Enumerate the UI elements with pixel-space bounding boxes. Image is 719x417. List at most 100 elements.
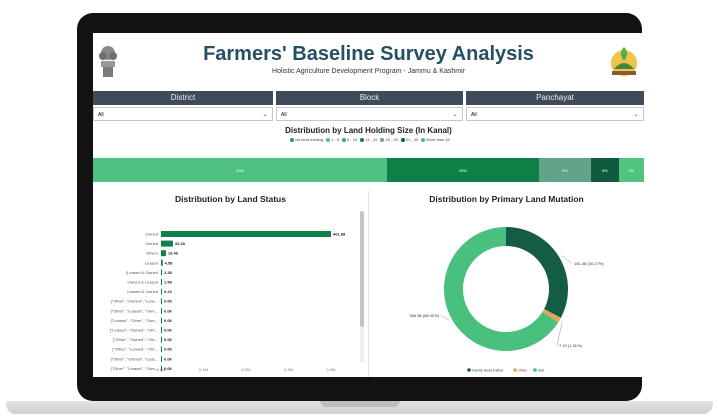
land-status-bar: [161, 336, 162, 343]
land-status-bar: [161, 231, 331, 237]
land-status-category-label: Leased: [145, 260, 158, 265]
land-status-value-label: 0.06: [164, 356, 173, 361]
legend-label: 11 - 15: [365, 137, 378, 142]
land-status-scrollbar[interactable]: [360, 211, 364, 363]
land-holding-title: Distribution by Land Holding Size (In Ka…: [285, 126, 452, 135]
district-select-value: All: [98, 112, 104, 118]
land-status-bar: [161, 317, 162, 324]
legend-label: No land holding: [295, 137, 323, 142]
dashboard-screen: Farmers' Baseline Survey Analysis Holist…: [93, 33, 644, 377]
land-status-bar: [161, 327, 162, 333]
legend-dot: [341, 137, 346, 142]
land-status-category-label: ["Other", "Owned", "Oth...: [113, 337, 158, 342]
block-select[interactable]: All ⌄: [276, 107, 463, 121]
land-status-bar: [161, 346, 162, 353]
donut-leader-line: [440, 315, 450, 321]
district-filter: District All ⌄: [93, 91, 273, 123]
filter-bar: District All ⌄ Block All ⌄ Panchayat All…: [93, 91, 644, 125]
land-status-value-label: 13.46: [168, 251, 179, 256]
panchayat-select[interactable]: All ⌄: [466, 107, 644, 121]
land-status-bar: [161, 307, 162, 314]
primary-mutation-donut: 181.48 (30.27%) 7.19 (1.31%) 366.38 (68.42…: [409, 227, 604, 373]
land-status-value-label: 1.58: [164, 280, 173, 285]
donut-legend-label: Self: [538, 369, 544, 373]
land-status-category-label: ["Leased", "Owned", "Oth...: [110, 328, 158, 333]
land-status-bar: [161, 355, 162, 362]
legend-dot: [325, 137, 330, 142]
donut-leader-line: [561, 255, 573, 264]
donut-legend-dot: [467, 368, 471, 372]
land-status-value-label: 0.06: [164, 328, 173, 333]
page-subtitle: Holistic Agriculture Development Program…: [272, 68, 465, 75]
land-status-category-label: ["Other", "Leased", "Oth...: [112, 347, 158, 352]
legend-label: 1 - 5: [330, 137, 339, 142]
land-status-x-tick: 0.4M: [327, 367, 336, 372]
chevron-down-icon: ⌄: [452, 111, 458, 118]
land-status-value-label: 32.28: [175, 241, 186, 246]
donut-legend-dot: [533, 368, 537, 372]
land-status-category-label: Owned: [145, 232, 158, 237]
land-status-value-label: 0.06: [164, 318, 173, 323]
district-filter-label: District: [93, 91, 273, 105]
legend-label: More than 40: [426, 137, 450, 142]
land-status-scroll-thumb[interactable]: [360, 211, 364, 327]
legend-dot: [380, 137, 385, 142]
legend-dot: [400, 137, 405, 142]
land-status-category-label: Owned: [145, 241, 158, 246]
panchayat-filter-label: Panchayat: [466, 91, 644, 105]
laptop-notch: [320, 401, 400, 407]
land-status-value-label: 0.24: [164, 289, 173, 294]
land-status-x-tick: 0.1M: [199, 367, 208, 372]
page-title: Farmers' Baseline Survey Analysis: [203, 43, 534, 65]
donut-leader-line: [556, 321, 563, 346]
land-status-title: Distribution by Land Status: [175, 194, 286, 204]
land-status-category-label: [Leased & Owned: [126, 270, 158, 275]
land-status-bar: [161, 240, 173, 247]
land-holding-segment[interactable]: 9%: [538, 158, 592, 182]
land-status-chart: Owned 461.88 Owned 32.28 Others 13.46 Leased 4.…: [110, 231, 346, 372]
legend-dot: [290, 137, 295, 142]
land-status-bar: [161, 288, 162, 295]
land-status-category-label: Others: [146, 251, 158, 256]
land-status-value-label: 0.06: [164, 308, 173, 313]
donut-legend-label: Other: [518, 369, 528, 373]
land-status-category-label: ["Other", "Leased", "Own...: [111, 366, 158, 371]
district-select[interactable]: All ⌄: [93, 107, 273, 121]
legend-dot: [421, 137, 426, 142]
land-status-bar: [161, 269, 162, 276]
land-holding-legend: No land holding 1 - 5 6 - 10 11 - 15 16 - 20…: [93, 137, 644, 142]
donut-data-label: 7.19 (1.31%): [559, 343, 583, 348]
panchayat-select-value: All: [471, 112, 477, 118]
land-status-category-label: Leased & Owned: [127, 289, 158, 294]
land-status-bar: [161, 298, 162, 305]
land-status-x-tick: 0.2M: [242, 367, 251, 372]
land-status-value-label: 0.06: [164, 337, 173, 342]
legend-label: 6 - 10: [346, 137, 358, 142]
legend-label: 16 - 20: [385, 137, 398, 142]
land-status-value-label: 461.88: [333, 232, 346, 237]
land-holding-segment[interactable]: 28%: [387, 158, 539, 182]
land-holding-section: Distribution by Land Holding Size (In Ka…: [93, 126, 644, 188]
block-select-value: All: [281, 112, 287, 118]
land-holding-segment[interactable]: 53%: [93, 158, 388, 182]
land-holding-segment[interactable]: 3%: [618, 158, 644, 182]
land-holding-segment[interactable]: 5%: [591, 158, 619, 182]
primary-mutation-title: Distribution by Primary Land Mutation: [429, 194, 584, 204]
legend-label: 21 - 40: [405, 137, 419, 142]
land-status-value-label: 0.06: [164, 347, 173, 352]
land-status-category-label: ["Other", "Leased", "Own...: [111, 308, 158, 313]
donut-legend-label: Family Head Father: [472, 369, 504, 373]
dashboard-header: Farmers' Baseline Survey Analysis Holist…: [93, 33, 644, 90]
land-status-category-label: ["Other", "Owned", "Leas...: [111, 299, 158, 304]
land-holding-stacked-bar: 53% 28% 9% 5% 3%: [93, 158, 644, 182]
donut-data-label: 181.48 (30.27%): [574, 261, 604, 266]
donut-slice: [506, 227, 568, 318]
land-status-category-label: ["Leased", "Other", "Own...: [111, 318, 158, 323]
land-status-category-label: Owned & Leased: [127, 280, 158, 285]
land-status-value-label: 0.06: [164, 299, 173, 304]
land-status-panel: Distribution by Land Status Owned 461.88 O…: [93, 191, 369, 377]
land-status-bar: [161, 250, 166, 257]
donut-data-label: 366.38 (68.42%): [409, 313, 439, 318]
primary-mutation-panel: Distribution by Primary Land Mutation 18…: [369, 191, 644, 377]
land-status-value-label: 4.58: [165, 260, 174, 265]
